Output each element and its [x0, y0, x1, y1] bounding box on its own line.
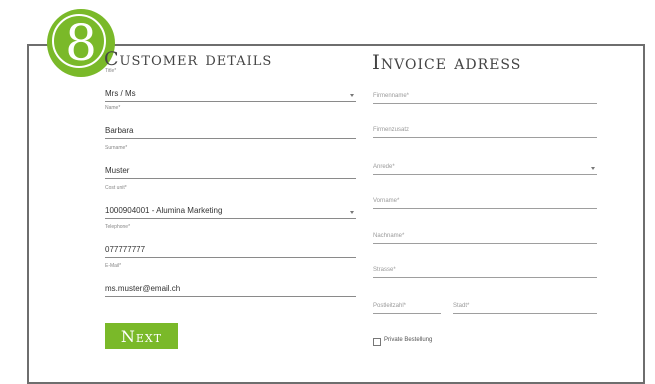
stadt-field[interactable]: Stadt*	[453, 280, 597, 314]
email-field[interactable]: E-Mail* ms.muster@email.ch	[105, 263, 356, 297]
surname-value: Muster	[105, 166, 130, 175]
surname-field[interactable]: Surname* Muster	[105, 145, 356, 179]
chevron-down-icon	[591, 167, 595, 170]
postleitzahl-placeholder: Postleitzahl*	[373, 303, 407, 309]
firmenzusatz-field[interactable]: Firmenzusatz	[373, 104, 597, 138]
surname-label: Surname*	[105, 145, 128, 151]
postleitzahl-field[interactable]: Postleitzahl*	[373, 280, 441, 314]
cost-unit-value: 1000904001 - Alumina Marketing	[105, 206, 223, 215]
email-value: ms.muster@email.ch	[105, 284, 181, 293]
firmenzusatz-placeholder: Firmenzusatz	[373, 127, 410, 133]
title-select[interactable]: Title* Mrs / Ms	[105, 68, 356, 102]
firmenname-field[interactable]: Firmenname*	[373, 70, 597, 104]
telephone-label: Telephone*	[105, 224, 131, 230]
vorname-placeholder: Vorname*	[373, 198, 400, 204]
strasse-field[interactable]: Strasse*	[373, 244, 597, 278]
firmenname-placeholder: Firmenname*	[373, 93, 410, 99]
cost-unit-label: Cost unit*	[105, 185, 127, 191]
private-order-checkbox[interactable]	[373, 338, 381, 346]
telephone-value: 077777777	[105, 245, 146, 254]
name-value: Barbara	[105, 126, 134, 135]
strasse-placeholder: Strasse*	[373, 267, 396, 273]
nachname-field[interactable]: Nachname*	[373, 210, 597, 244]
next-button[interactable]: Next	[105, 323, 178, 349]
chevron-down-icon	[350, 94, 354, 97]
telephone-field[interactable]: Telephone* 077777777	[105, 224, 356, 258]
cost-unit-select[interactable]: Cost unit* 1000904001 - Alumina Marketin…	[105, 185, 356, 219]
vorname-field[interactable]: Vorname*	[373, 175, 597, 209]
name-label: Name*	[105, 105, 121, 111]
anrede-placeholder: Anrede*	[373, 164, 395, 170]
nachname-placeholder: Nachname*	[373, 233, 405, 239]
stadt-placeholder: Stadt*	[453, 303, 470, 309]
email-label: E-Mail*	[105, 263, 122, 269]
chevron-down-icon	[350, 211, 354, 214]
private-order-label: Private Bestellung	[384, 337, 433, 343]
title-value: Mrs / Ms	[105, 89, 136, 98]
anrede-select[interactable]: Anrede*	[373, 141, 597, 175]
name-field[interactable]: Name* Barbara	[105, 105, 356, 139]
customer-details-title: Customer details	[104, 48, 273, 70]
